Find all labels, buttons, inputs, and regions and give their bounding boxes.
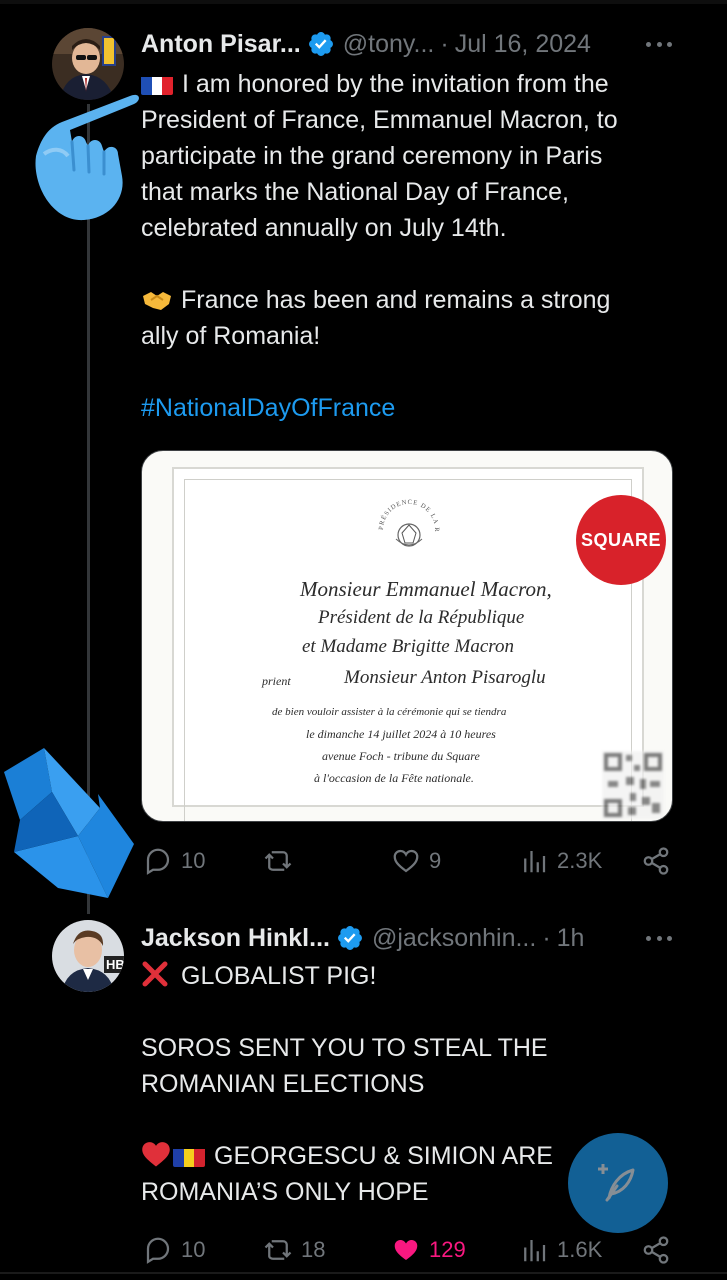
cross-mark-emoji xyxy=(141,960,173,998)
share-button[interactable] xyxy=(641,1233,679,1267)
like-button[interactable]: 9 xyxy=(391,844,441,878)
reply-icon xyxy=(146,848,170,875)
author-handle[interactable]: @jacksonhin... xyxy=(372,924,536,953)
compose-icon xyxy=(598,1164,635,1202)
presidential-seal: PRÉSIDENCE DE LA RÉPUBLIQUE xyxy=(371,489,444,565)
share-icon xyxy=(643,1236,669,1264)
invitation-card: PRÉSIDENCE DE LA RÉPUBLIQUE SQUARE Monsi… xyxy=(172,467,666,821)
invite-line: à l'occasion de la Fête nationale. xyxy=(314,771,474,785)
reply-count: 10 xyxy=(181,1237,206,1262)
views-icon xyxy=(524,1240,546,1262)
like-count: 9 xyxy=(429,848,442,873)
repost-count: 18 xyxy=(301,1237,326,1262)
author-handle[interactable]: @tony... xyxy=(343,30,435,59)
verified-icon xyxy=(338,926,362,950)
like-icon xyxy=(394,1240,418,1260)
romania-flag-emoji xyxy=(173,1145,205,1167)
invite-line: de bien vouloir assister à la cérémonie … xyxy=(272,706,507,718)
reply-icon xyxy=(146,1237,170,1264)
views-count: 1.6K xyxy=(557,1237,603,1262)
bluesky-logo xyxy=(0,748,134,898)
views-count: 2.3K xyxy=(557,848,603,873)
repost-button[interactable]: 18 xyxy=(263,1233,325,1267)
reply-button[interactable]: 10 xyxy=(143,844,205,878)
tweet-line: celebrated annually on July 14th. xyxy=(141,214,507,242)
invite-line: le dimanche 14 juillet 2024 à 10 heures xyxy=(306,727,496,741)
tweet-line: President of France, Emmanuel Macron, to xyxy=(141,106,618,134)
red-heart-emoji xyxy=(141,1140,173,1178)
tweet-time[interactable]: 1h xyxy=(557,924,585,953)
qr-code xyxy=(602,751,664,819)
tweet-line: I am honored by the invitation from the xyxy=(141,66,681,102)
like-count: 129 xyxy=(429,1237,466,1262)
invite-line: prient xyxy=(262,674,291,688)
share-icon xyxy=(643,847,669,875)
author-name[interactable]: Jackson Hinkl... xyxy=(141,924,330,953)
hashtag-link[interactable]: #NationalDayOfFrance xyxy=(141,390,681,426)
repost-icon xyxy=(264,851,292,871)
repost-button[interactable] xyxy=(263,844,301,878)
tweet2-actions: 10 18 129 1.6K xyxy=(141,1233,681,1267)
views-button[interactable]: 1.6K xyxy=(519,1233,602,1267)
tweet-line: ROMANIAN ELECTIONS xyxy=(141,1070,425,1098)
tweet1-text: I am honored by the invitation from the … xyxy=(141,66,681,426)
pointing-hand-emoji xyxy=(22,94,144,226)
handshake-emoji xyxy=(141,286,173,322)
avatar-jackson[interactable]: HB xyxy=(52,920,124,992)
share-button[interactable] xyxy=(641,844,679,878)
avatar-badge-text: HB xyxy=(104,956,124,973)
invite-line: avenue Foch - tribune du Square xyxy=(322,749,480,763)
invite-line: Monsieur Anton Pisaroglu xyxy=(344,667,546,688)
author-name[interactable]: Anton Pisar... xyxy=(141,30,301,59)
france-flag-emoji xyxy=(141,73,173,95)
invite-line: et Madame Brigitte Macron xyxy=(302,636,514,657)
avatar-anton[interactable] xyxy=(52,28,124,100)
separator-dot: · xyxy=(542,923,551,952)
reply-button[interactable]: 10 xyxy=(143,1233,205,1267)
views-button[interactable]: 2.3K xyxy=(519,844,602,878)
tweet-line: participate in the grand ceremony in Par… xyxy=(141,142,603,170)
like-icon xyxy=(393,849,419,873)
tweet1-actions: 10 9 2.3K xyxy=(141,844,681,878)
tweet1-header: Anton Pisar... @tony... · Jul 16, 2024 xyxy=(141,27,591,61)
tweet-line: ally of Romania! xyxy=(141,322,321,350)
invite-line: Président de la République xyxy=(318,607,525,628)
separator-dot: · xyxy=(440,29,449,58)
repost-icon xyxy=(264,1240,292,1260)
square-badge: SQUARE xyxy=(576,495,666,585)
tweet-line: GLOBALIST PIG! xyxy=(141,958,681,994)
tweet2-header: Jackson Hinkl... @jacksonhin... · 1h xyxy=(141,921,584,955)
tweet-media-image[interactable]: PRÉSIDENCE DE LA RÉPUBLIQUE SQUARE Monsi… xyxy=(141,450,673,822)
like-button[interactable]: 129 xyxy=(391,1233,466,1267)
tweet-line: that marks the National Day of France, xyxy=(141,178,569,206)
compose-button[interactable] xyxy=(568,1133,668,1233)
reply-count: 10 xyxy=(181,848,206,873)
tweet-line: France has been and remains a strong xyxy=(141,282,681,318)
invite-line: Monsieur Emmanuel Macron, xyxy=(300,577,552,601)
more-icon[interactable] xyxy=(643,27,675,61)
tweet-line: SOROS SENT YOU TO STEAL THE xyxy=(141,1034,548,1062)
bottom-divider xyxy=(0,1272,727,1274)
views-icon xyxy=(524,851,546,873)
tweet-time[interactable]: Jul 16, 2024 xyxy=(455,30,591,59)
more-icon[interactable] xyxy=(643,921,675,955)
verified-icon xyxy=(308,32,333,56)
